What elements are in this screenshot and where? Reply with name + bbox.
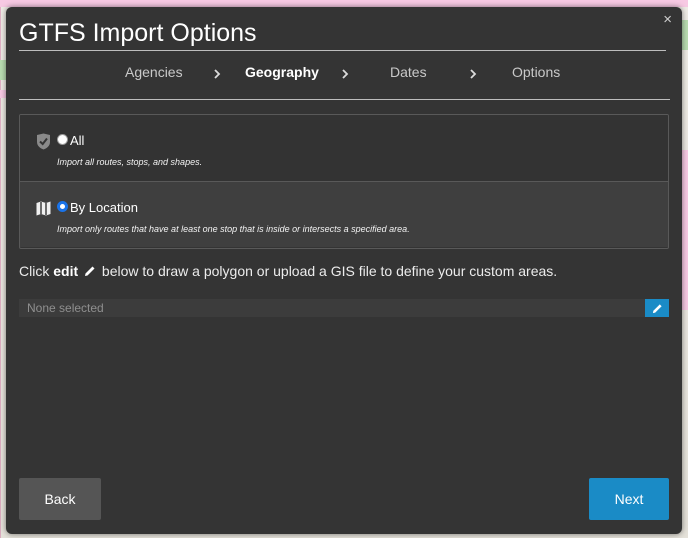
instruction-prefix: Click [19, 263, 54, 279]
instruction-suffix: below to draw a polygon or upload a GIS … [98, 263, 558, 279]
map-road [0, 0, 688, 7]
edit-area-button[interactable] [645, 299, 669, 317]
radio-all[interactable] [57, 134, 68, 145]
geography-options: All Import all routes, stops, and shapes… [19, 114, 669, 249]
back-button[interactable]: Back [19, 478, 101, 520]
title-divider [19, 50, 666, 51]
option-by-location-description: Import only routes that have at least on… [57, 224, 410, 234]
radio-by-location[interactable] [57, 201, 68, 212]
map-road [682, 150, 688, 310]
chevron-right-icon [342, 69, 349, 79]
step-options[interactable]: Options [512, 64, 560, 80]
option-by-location-label: By Location [70, 200, 138, 215]
pencil-icon [652, 303, 662, 313]
step-dates[interactable]: Dates [390, 64, 427, 80]
map-park [682, 20, 688, 50]
instruction-text: Click edit below to draw a polygon or up… [19, 263, 557, 279]
steps-divider [19, 99, 670, 100]
dialog-title: GTFS Import Options [19, 19, 257, 47]
option-all-description: Import all routes, stops, and shapes. [57, 157, 203, 167]
option-all[interactable]: All Import all routes, stops, and shapes… [20, 115, 668, 181]
pencil-icon [85, 266, 95, 276]
close-icon[interactable]: × [663, 12, 672, 27]
instruction-edit-word: edit [53, 263, 79, 279]
option-by-location[interactable]: By Location Import only routes that have… [20, 181, 668, 247]
next-button[interactable]: Next [589, 478, 669, 520]
map-icon [36, 201, 51, 216]
gtfs-import-dialog: × GTFS Import Options Agencies Geography… [6, 7, 682, 534]
step-geography[interactable]: Geography [245, 64, 319, 80]
step-agencies[interactable]: Agencies [125, 64, 183, 80]
chevron-right-icon [470, 69, 477, 79]
wizard-steps: Agencies Geography Dates Options [19, 64, 670, 86]
chevron-right-icon [214, 69, 221, 79]
custom-area-field[interactable]: None selected [19, 299, 645, 317]
option-all-label: All [70, 133, 85, 148]
shield-check-icon [37, 133, 50, 150]
